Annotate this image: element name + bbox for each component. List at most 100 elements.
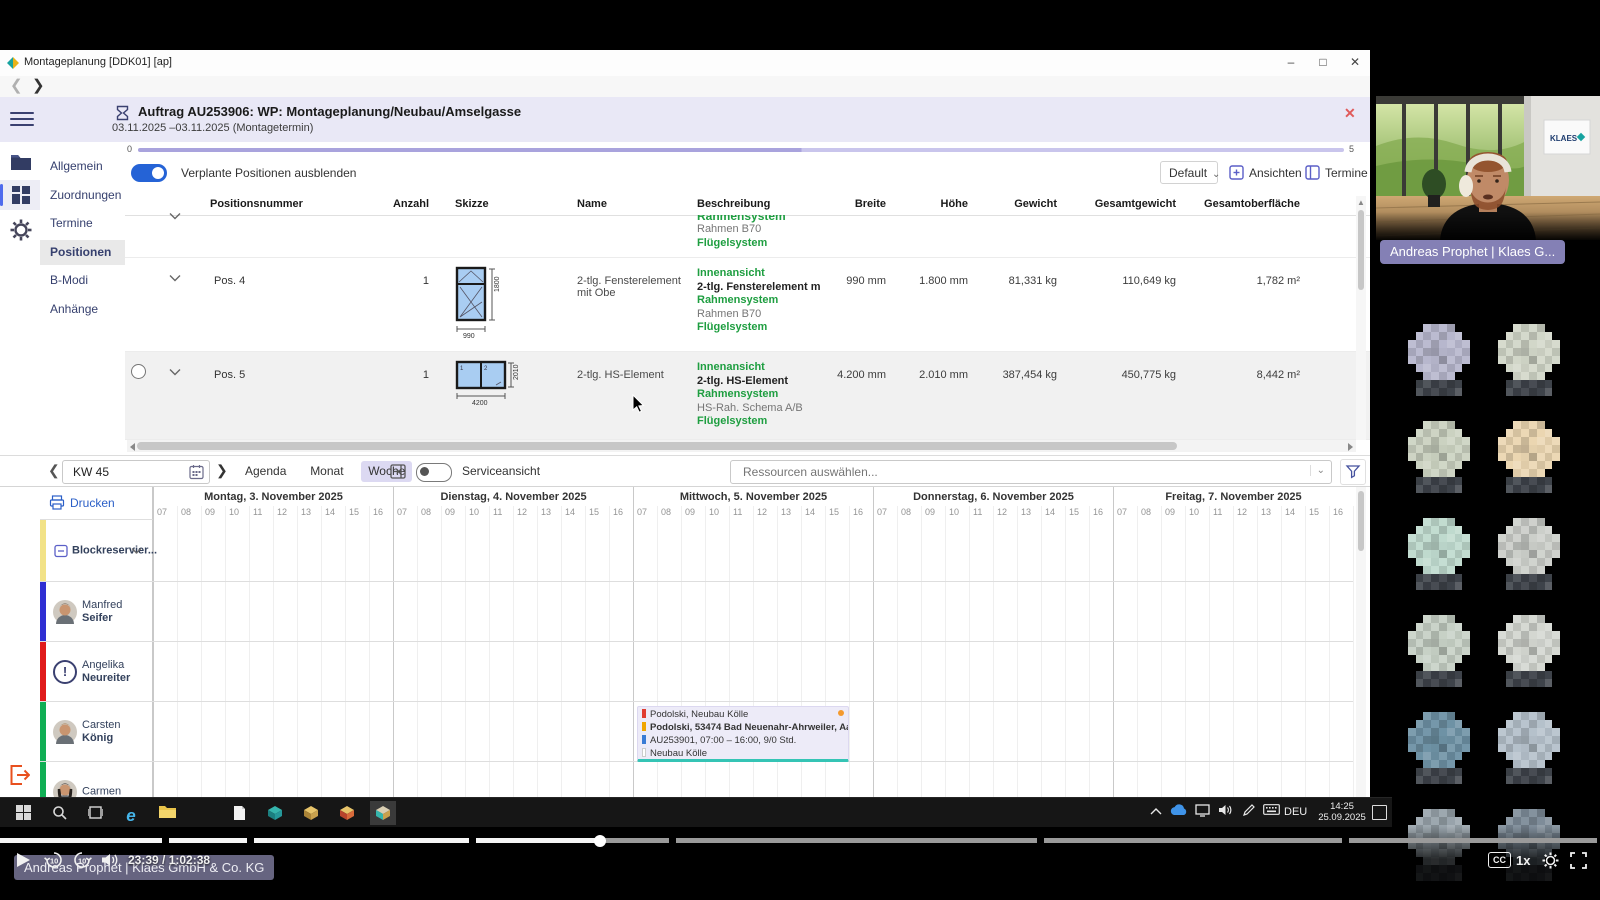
column-beschreibung[interactable]: Beschreibung [690, 196, 834, 215]
player-playhead[interactable] [594, 835, 606, 847]
progress-segment[interactable] [0, 838, 162, 843]
scheduler-scroll-thumb[interactable] [1358, 491, 1364, 551]
tray-cloud-icon[interactable] [1169, 804, 1189, 822]
column-positionsnummer[interactable]: Positionsnummer [210, 196, 358, 215]
resource-select[interactable]: ⌄ [730, 460, 1332, 484]
sidebar-item-b-modi[interactable]: B-Modi [40, 268, 125, 293]
taskbar-explorer-icon[interactable] [154, 801, 180, 825]
column-gesamtgewicht[interactable]: Gesamtgewicht [1061, 196, 1180, 215]
notification-center-icon[interactable] [1372, 805, 1387, 820]
prev-week-icon[interactable]: ❮ [48, 462, 60, 479]
rewind-10-icon[interactable]: 10 [44, 850, 64, 870]
language-indicator[interactable]: DEU [1284, 806, 1307, 818]
play-icon[interactable] [14, 851, 32, 869]
chevron-down-icon[interactable] [131, 547, 142, 554]
playback-speed[interactable]: 1x [1516, 853, 1530, 868]
week-picker[interactable] [62, 460, 210, 484]
fullscreen-icon[interactable] [1570, 852, 1587, 869]
folder-icon[interactable] [9, 150, 33, 174]
horizontal-scrollbar[interactable] [127, 440, 1356, 452]
tray-pen-icon[interactable] [1238, 804, 1258, 822]
sidebar-item-anh-nge[interactable]: Anhänge [40, 297, 125, 322]
taskbar-klaes-red-icon[interactable] [334, 801, 360, 825]
maximize-button[interactable]: □ [1308, 50, 1338, 75]
column-breite[interactable]: Breite [834, 196, 890, 215]
captions-button[interactable]: CC [1488, 852, 1511, 868]
week-input[interactable] [71, 464, 185, 480]
tab-agenda[interactable]: Agenda [238, 461, 293, 482]
column-h-he[interactable]: Höhe [890, 196, 972, 215]
taskbar-taskview-icon[interactable] [82, 801, 108, 825]
order-close-icon[interactable]: ✕ [1344, 105, 1356, 122]
resource-input[interactable] [741, 464, 1285, 480]
progress-segment[interactable] [169, 838, 247, 843]
sidebar-item-allgemein[interactable]: Allgemein [40, 154, 125, 179]
tab-monat[interactable]: Monat [303, 461, 350, 482]
player-settings-icon[interactable] [1542, 852, 1559, 869]
taskbar-start-icon[interactable] [10, 801, 36, 825]
scheduler-scrollbar[interactable] [1356, 487, 1366, 797]
next-week-icon[interactable]: ❯ [216, 462, 228, 479]
view-select[interactable]: Default⌄ [1160, 161, 1218, 184]
sidebar-item-zuordnungen[interactable]: Zuordnungen [40, 183, 125, 208]
vscroll-thumb[interactable] [1358, 210, 1364, 290]
progress-segment[interactable] [676, 838, 1037, 843]
player-progress-bar[interactable] [0, 838, 1600, 844]
taskbar-search-icon[interactable] [46, 801, 72, 825]
termine-button[interactable]: Termine [1305, 163, 1368, 185]
close-button[interactable]: ✕ [1340, 50, 1370, 75]
progress-segment[interactable] [254, 838, 469, 843]
chevron-down-icon[interactable]: ⌄ [1310, 465, 1325, 476]
service-view-toggle[interactable] [416, 463, 452, 482]
column-gesamtoberfl-che[interactable]: Gesamtoberfläche [1180, 196, 1304, 215]
expand-view-icon[interactable] [390, 464, 406, 479]
volume-icon[interactable] [100, 851, 118, 869]
taskbar-klaes-teal-icon[interactable] [262, 801, 288, 825]
sidebar-item-termine[interactable]: Termine [40, 211, 125, 236]
tray-keyboard-icon[interactable] [1261, 804, 1281, 822]
hscroll-thumb[interactable] [137, 442, 1177, 450]
hide-planned-toggle[interactable] [131, 164, 167, 182]
progress-segment[interactable] [1349, 838, 1597, 843]
scroll-up-icon[interactable]: ▲ [1357, 198, 1365, 207]
table-row-pos5[interactable]: Pos. 51 1 2 2010 42002-tlg. HS-ElementIn… [125, 352, 1370, 440]
minimize-button[interactable]: – [1276, 50, 1306, 75]
resource-row-angelikaneureiter[interactable]: !AngelikaNeureiter [40, 642, 1353, 702]
settings-gear-icon[interactable] [9, 218, 33, 242]
tray-display-icon[interactable] [1192, 804, 1212, 822]
column-skizze[interactable]: Skizze [433, 196, 555, 215]
taskbar-chrome-icon[interactable] [190, 801, 216, 825]
resource-row-carmen[interactable]: Carmen [40, 762, 1353, 797]
range-slider[interactable]: 0 5 [125, 144, 1370, 156]
logout-icon[interactable] [8, 764, 30, 786]
column-anzahl[interactable]: Anzahl [358, 196, 433, 215]
tray-volume-icon[interactable] [1215, 804, 1235, 822]
column-gewicht[interactable]: Gewicht [972, 196, 1061, 215]
back-icon[interactable]: ❮ [10, 76, 23, 96]
tray-chevron-up-icon[interactable] [1146, 804, 1166, 822]
taskbar-notes-icon[interactable] [226, 801, 252, 825]
row-radio[interactable] [131, 364, 146, 379]
calendar-event[interactable]: Podolski, Neubau KöllePodolski, 53474 Ba… [637, 706, 849, 762]
taskbar-ie-icon[interactable]: e [118, 801, 144, 825]
expander-chevron-icon[interactable] [169, 274, 181, 282]
menu-icon[interactable] [10, 108, 34, 126]
forward-10-icon[interactable]: 10 [72, 850, 92, 870]
print-cell[interactable]: Drucken [40, 487, 153, 520]
resource-row-blockreservier[interactable]: Blockreservier... [40, 520, 1353, 582]
progress-segment[interactable] [1044, 838, 1342, 843]
column-name[interactable]: Name [555, 196, 690, 215]
forward-icon[interactable]: ❯ [32, 76, 45, 96]
filter-button[interactable] [1340, 459, 1366, 485]
scroll-right-icon[interactable] [1348, 443, 1353, 451]
scroll-left-icon[interactable] [130, 443, 135, 451]
table-vertical-scrollbar[interactable]: ▲ [1356, 196, 1366, 440]
taskbar-klaes-active-icon[interactable] [370, 801, 396, 825]
calendar-icon[interactable] [189, 464, 204, 480]
taskbar-klaes-gold-icon[interactable] [298, 801, 324, 825]
taskbar-clock[interactable]: 14:25 25.09.2025 [1316, 801, 1368, 823]
modules-icon[interactable] [9, 183, 33, 207]
ansichten-button[interactable]: Ansichten [1229, 163, 1302, 185]
expander-chevron-icon[interactable] [169, 368, 181, 376]
sidebar-item-positionen[interactable]: Positionen [40, 240, 125, 265]
